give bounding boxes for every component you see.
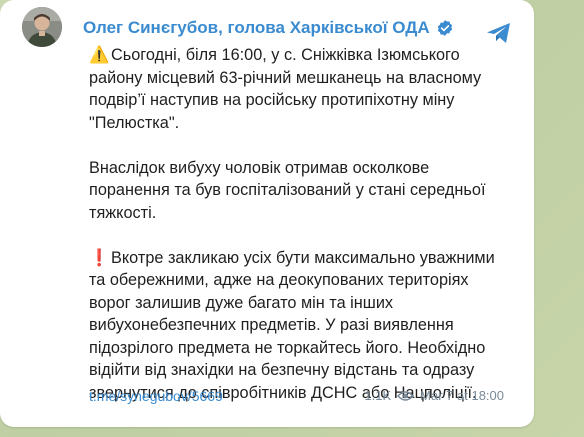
- paragraph-text: Сьогодні, біля 16:00, у с. Сніжківка Ізю…: [89, 46, 482, 132]
- post-link[interactable]: t.me/synegubov/5669: [89, 388, 223, 404]
- telegram-plane-icon[interactable]: [485, 20, 513, 46]
- view-count: 1.1K: [364, 388, 392, 403]
- paragraph-text: Вкотре закликаю усіх бути максимально ув…: [89, 248, 495, 402]
- post-paragraph-3: ❗ Вкотре закликаю усіх бути максимально у…: [89, 247, 514, 405]
- post-card: Олег Синєгубов, голова Харківської ОДА ⚠…: [0, 0, 534, 427]
- post-date: Mar 7 at 18:00: [420, 388, 504, 403]
- warning-icon: ⚠️: [89, 46, 110, 64]
- post-text: ⚠️ Сьогодні, біля 16:00, у с. Сніжківка І…: [89, 44, 514, 404]
- post-header: Олег Синєгубов, голова Харківської ОДА: [83, 18, 454, 38]
- eye-icon: [397, 390, 415, 402]
- post-paragraph-1: ⚠️ Сьогодні, біля 16:00, у с. Сніжківка І…: [89, 44, 514, 134]
- post-meta: 1.1K Mar 7 at 18:00: [364, 388, 504, 403]
- exclamation-icon: ❗: [89, 248, 110, 267]
- post-paragraph-2: Внаслідок вибуху чоловік отримав осколко…: [89, 157, 514, 225]
- paragraph-text: Внаслідок вибуху чоловік отримав осколко…: [89, 158, 486, 222]
- channel-avatar[interactable]: [22, 7, 62, 47]
- channel-name[interactable]: Олег Синєгубов, голова Харківської ОДА: [83, 18, 430, 38]
- verified-badge-icon: [436, 19, 454, 37]
